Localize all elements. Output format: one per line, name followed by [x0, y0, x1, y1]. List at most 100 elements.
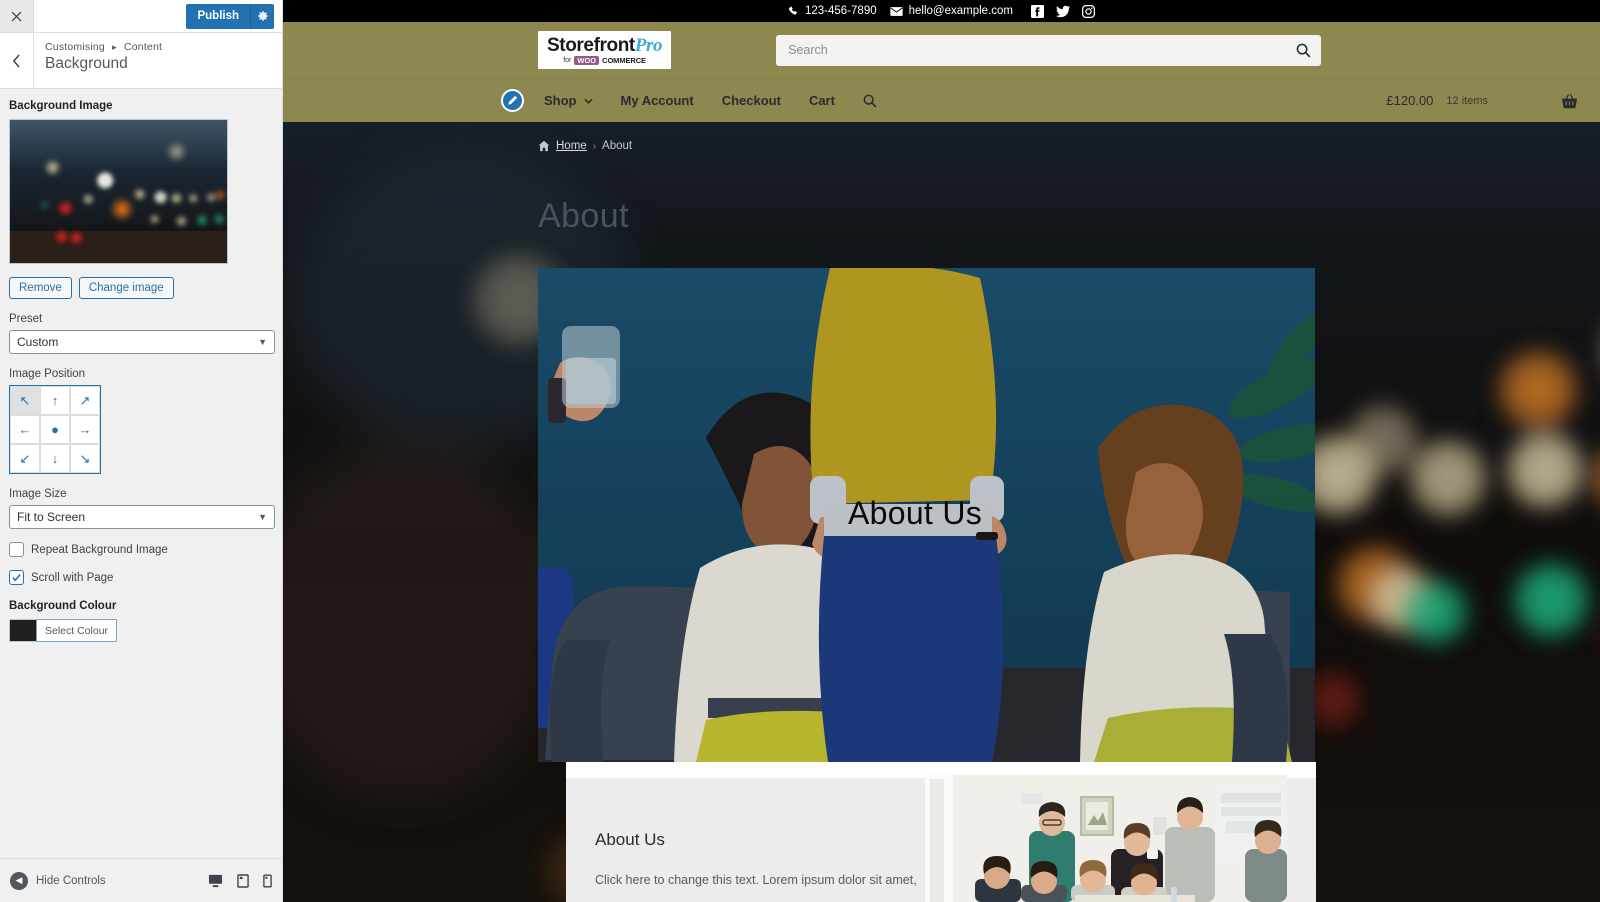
site-nav: Shop My Account Checkout Cart £120.00 12… [283, 78, 1600, 122]
breadcrumb: Home › About [283, 122, 1600, 152]
back-button[interactable] [0, 33, 34, 88]
nav-item-shop[interactable]: Shop [544, 93, 593, 108]
change-image-button[interactable]: Change image [78, 277, 174, 299]
image-size-select[interactable]: Fit to Screen [9, 505, 275, 529]
repeat-background-checkbox[interactable] [9, 542, 24, 557]
customizer-topbar: Publish [0, 0, 282, 33]
logo-word-storefront: Storefront [547, 34, 635, 56]
panel-titles: Customising ▸ Content Background [34, 33, 162, 88]
position-center-right[interactable]: → [70, 415, 100, 444]
site-preview: 123-456-7890 hello@example.com Storefron… [283, 0, 1600, 902]
position-bottom-right[interactable]: ↘ [70, 444, 100, 473]
cart-basket-button[interactable] [1561, 93, 1578, 109]
repeat-background-row[interactable]: Repeat Background Image [9, 542, 273, 557]
bokeh-thumbnail-image [10, 120, 227, 263]
cart-item-count: 12 items [1446, 94, 1488, 107]
twitter-link[interactable] [1055, 5, 1070, 18]
scroll-with-page-label: Scroll with Page [31, 571, 114, 584]
close-customizer-button[interactable] [0, 0, 34, 32]
logo-word-pro: Pro [634, 34, 663, 56]
device-preview-buttons [208, 873, 272, 888]
select-colour-button[interactable]: Select Colour [36, 619, 118, 642]
customizer-sidebar: Publish Customising ▸ Content Background [0, 0, 283, 902]
position-top-left[interactable]: ↖ [10, 386, 40, 415]
position-center-center[interactable]: ● [40, 415, 70, 444]
customizer-panel-header: Customising ▸ Content Background [0, 33, 282, 89]
logo-woo: WOO [574, 55, 600, 66]
instagram-link[interactable] [1082, 4, 1095, 18]
phone-icon [788, 6, 797, 15]
check-icon [12, 574, 21, 582]
breadcrumb-root: Customising [45, 41, 105, 53]
position-bottom-center[interactable]: ↓ [40, 444, 70, 473]
facebook-link[interactable] [1030, 4, 1044, 18]
panel-title: Background [45, 55, 128, 72]
preset-select[interactable]: Custom [9, 330, 275, 354]
hero-overlay-title: About Us [848, 495, 983, 531]
desktop-icon [208, 874, 223, 887]
background-image-label: Background Image [9, 100, 113, 112]
edit-shortcut-button[interactable] [501, 89, 524, 112]
search-input[interactable] [788, 43, 1310, 57]
publish-settings-button[interactable] [250, 3, 274, 29]
position-top-right[interactable]: ↗ [70, 386, 100, 415]
page-title: About [538, 197, 629, 235]
remove-image-button[interactable]: Remove [9, 277, 72, 299]
position-top-center[interactable]: ↑ [40, 386, 70, 415]
home-icon [538, 140, 550, 152]
instagram-icon [1082, 4, 1095, 18]
logo-for: for [563, 57, 572, 64]
nav-item-cart[interactable]: Cart [809, 93, 835, 108]
topbar-email[interactable]: hello@example.com [889, 5, 1013, 17]
team-photo [925, 775, 1287, 902]
nav-cart-area: £120.00 12 items [1386, 93, 1600, 109]
close-icon [11, 11, 22, 21]
nav-search-button[interactable] [863, 94, 877, 108]
topbar-phone[interactable]: 123-456-7890 [788, 5, 877, 17]
gear-icon [257, 11, 268, 21]
site-header: StorefrontPro for WOO COMMERCE [283, 22, 1600, 78]
device-mobile[interactable] [263, 873, 272, 888]
nav-links: Shop My Account Checkout Cart [544, 93, 877, 108]
scroll-with-page-checkbox[interactable] [9, 570, 24, 585]
twitter-icon [1055, 5, 1070, 17]
email-address: hello@example.com [908, 5, 1013, 17]
nav-item-checkout[interactable]: Checkout [722, 93, 781, 108]
hide-controls-button[interactable]: ◀ Hide Controls [10, 871, 106, 890]
customizer-controls: Background Image Remove Change image Pre… [0, 89, 282, 858]
tablet-icon [237, 873, 249, 888]
search-box [776, 34, 1322, 66]
background-image-thumbnail[interactable] [9, 119, 228, 264]
publish-button[interactable]: Publish [186, 3, 250, 29]
search-icon [1296, 43, 1311, 57]
device-desktop[interactable] [208, 874, 223, 888]
customizer-footer: ◀ Hide Controls [0, 858, 282, 902]
colour-swatch[interactable] [9, 619, 36, 642]
repeat-background-label: Repeat Background Image [31, 543, 168, 556]
nav-item-my-account[interactable]: My Account [621, 93, 694, 108]
logo-secondary-text: for WOO COMMERCE [563, 55, 646, 66]
breadcrumb-section: Content [123, 41, 163, 53]
pencil-icon [508, 95, 518, 105]
search-icon [863, 94, 877, 107]
background-colour-label: Background Colour [9, 600, 117, 612]
breadcrumb-home-link[interactable]: Home [556, 140, 587, 152]
chevron-left-circle-icon: ◀ [10, 871, 28, 890]
search-submit-button[interactable] [1296, 43, 1311, 58]
position-bottom-left[interactable]: ↙ [10, 444, 40, 473]
scroll-with-page-row[interactable]: Scroll with Page [9, 570, 273, 585]
team-photo-image [925, 775, 1287, 902]
breadcrumb-current: About [602, 140, 633, 152]
device-tablet[interactable] [237, 873, 249, 888]
breadcrumb-separator: › [592, 140, 597, 152]
site-logo[interactable]: StorefrontPro for WOO COMMERCE [538, 30, 672, 70]
position-center-left[interactable]: ← [10, 415, 40, 444]
site-topbar: 123-456-7890 hello@example.com [283, 0, 1600, 22]
facebook-icon [1030, 4, 1044, 18]
topbar-social-links [1030, 4, 1095, 18]
cart-amount: £120.00 [1386, 93, 1434, 108]
phone-number: 123-456-7890 [805, 5, 877, 17]
logo-primary-text: StorefrontPro [547, 34, 663, 56]
publish-group: Publish [186, 3, 274, 29]
logo-commerce: COMMERCE [602, 55, 646, 65]
